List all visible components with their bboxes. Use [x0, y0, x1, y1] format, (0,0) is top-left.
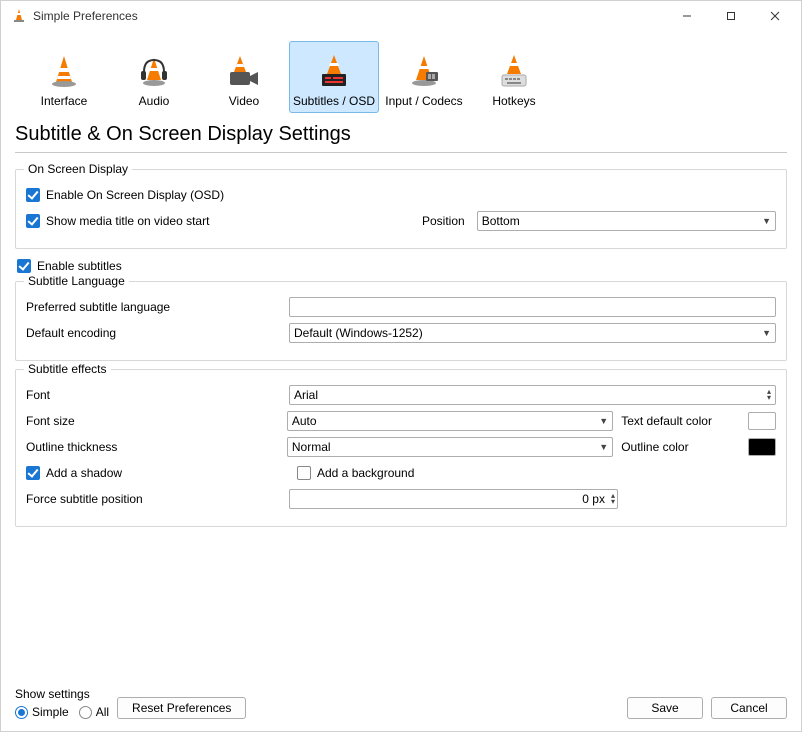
updown-icon: ▴▾: [767, 389, 771, 401]
enable-osd-checkbox[interactable]: [26, 188, 40, 202]
osd-group: On Screen Display Enable On Screen Displ…: [15, 169, 787, 249]
position-value: Bottom: [482, 214, 520, 228]
tab-label: Hotkeys: [492, 94, 535, 108]
enable-osd-checkbox-row[interactable]: Enable On Screen Display (OSD): [26, 188, 224, 202]
simple-radio[interactable]: [15, 706, 28, 719]
cone-icon: [44, 52, 84, 92]
show-settings: Show settings Simple All: [15, 687, 109, 719]
effects-group: Subtitle effects Font Arial ▴▾ Font size…: [15, 369, 787, 527]
tab-interface[interactable]: Interface: [19, 41, 109, 113]
heading-separator: [15, 152, 787, 153]
force-position-spinbox[interactable]: 0 px ▴▾: [289, 489, 618, 509]
tab-video[interactable]: Video: [199, 41, 289, 113]
show-settings-label: Show settings: [15, 687, 109, 701]
tab-hotkeys[interactable]: Hotkeys: [469, 41, 559, 113]
font-size-dropdown[interactable]: Auto ▼: [287, 411, 613, 431]
category-tabs: Interface Audio Video: [1, 31, 801, 113]
preferred-language-label: Preferred subtitle language: [26, 300, 281, 314]
position-dropdown[interactable]: Bottom ▼: [477, 211, 776, 231]
titlebar: Simple Preferences: [1, 1, 801, 31]
tab-label: Video: [229, 94, 259, 108]
force-position-label: Force subtitle position: [26, 492, 281, 506]
tab-subtitles-osd[interactable]: Subtitles / OSD: [289, 41, 379, 113]
spinner-buttons[interactable]: ▴▾: [611, 493, 615, 505]
preferred-language-input[interactable]: [289, 297, 776, 317]
position-label: Position: [422, 214, 465, 228]
text-color-label: Text default color: [621, 414, 740, 428]
font-size-value: Auto: [292, 414, 317, 428]
headphones-cone-icon: [134, 52, 174, 92]
show-title-label: Show media title on video start: [46, 214, 209, 228]
show-title-checkbox-row[interactable]: Show media title on video start: [26, 214, 414, 228]
tab-audio[interactable]: Audio: [109, 41, 199, 113]
add-shadow-checkbox-row[interactable]: Add a shadow: [26, 466, 289, 480]
chevron-down-icon: ▼: [762, 216, 771, 226]
encoding-dropdown[interactable]: Default (Windows-1252) ▼: [289, 323, 776, 343]
outline-color-button[interactable]: [748, 438, 776, 456]
chevron-down-icon: ▼: [599, 416, 608, 426]
add-background-label: Add a background: [317, 466, 414, 480]
text-color-button[interactable]: [748, 412, 776, 430]
chevron-down-icon: ▼: [762, 328, 771, 338]
hotkeys-cone-icon: [494, 52, 534, 92]
outline-thickness-dropdown[interactable]: Normal ▼: [287, 437, 613, 457]
subtitles-cone-icon: [314, 52, 354, 92]
maximize-button[interactable]: [709, 1, 753, 31]
content-area: On Screen Display Enable On Screen Displ…: [1, 161, 801, 683]
minimize-button[interactable]: [665, 1, 709, 31]
simple-radio-row[interactable]: Simple: [15, 705, 69, 719]
add-shadow-checkbox[interactable]: [26, 466, 40, 480]
font-label: Font: [26, 388, 281, 402]
cancel-button[interactable]: Cancel: [711, 697, 787, 719]
footer: Show settings Simple All Reset Preferenc…: [1, 683, 801, 731]
save-button[interactable]: Save: [627, 697, 703, 719]
font-size-label: Font size: [26, 414, 279, 428]
all-label: All: [96, 705, 109, 719]
vlc-app-icon: [11, 8, 27, 24]
force-position-value: 0 px: [290, 492, 611, 506]
osd-group-title: On Screen Display: [24, 162, 132, 176]
all-radio-row[interactable]: All: [79, 705, 109, 719]
enable-osd-label: Enable On Screen Display (OSD): [46, 188, 224, 202]
add-background-checkbox-row[interactable]: Add a background: [297, 466, 414, 480]
enable-subtitles-checkbox-row[interactable]: Enable subtitles: [17, 259, 122, 273]
language-group: Subtitle Language Preferred subtitle lan…: [15, 281, 787, 361]
tab-label: Subtitles / OSD: [293, 94, 375, 108]
font-value: Arial: [294, 388, 318, 402]
codec-cone-icon: [404, 52, 444, 92]
tab-label: Input / Codecs: [385, 94, 462, 108]
window-title: Simple Preferences: [33, 9, 665, 23]
reset-preferences-button[interactable]: Reset Preferences: [117, 697, 246, 719]
add-shadow-label: Add a shadow: [46, 466, 122, 480]
encoding-label: Default encoding: [26, 326, 281, 340]
tab-label: Interface: [41, 94, 88, 108]
tab-input-codecs[interactable]: Input / Codecs: [379, 41, 469, 113]
outline-thickness-value: Normal: [292, 440, 331, 454]
all-radio[interactable]: [79, 706, 92, 719]
language-group-title: Subtitle Language: [24, 274, 129, 288]
font-combobox[interactable]: Arial ▴▾: [289, 385, 776, 405]
show-title-checkbox[interactable]: [26, 214, 40, 228]
tab-label: Audio: [139, 94, 170, 108]
effects-group-title: Subtitle effects: [24, 362, 111, 376]
outline-thickness-label: Outline thickness: [26, 440, 279, 454]
chevron-down-icon: ▼: [599, 442, 608, 452]
close-button[interactable]: [753, 1, 797, 31]
enable-subtitles-label: Enable subtitles: [37, 259, 122, 273]
add-background-checkbox[interactable]: [297, 466, 311, 480]
enable-subtitles-checkbox[interactable]: [17, 259, 31, 273]
outline-color-label: Outline color: [621, 440, 740, 454]
encoding-value: Default (Windows-1252): [294, 326, 423, 340]
simple-label: Simple: [32, 705, 69, 719]
page-title: Subtitle & On Screen Display Settings: [1, 113, 801, 152]
video-cone-icon: [224, 52, 264, 92]
